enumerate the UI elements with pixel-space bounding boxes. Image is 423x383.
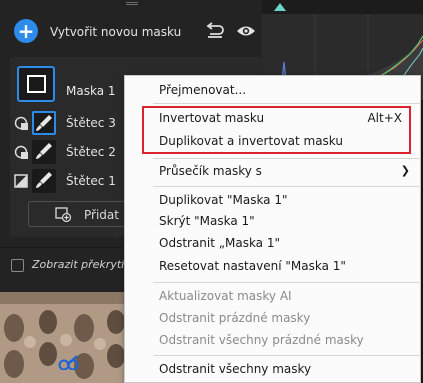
reset-icon[interactable]: [205, 22, 225, 40]
menu-separator: [153, 103, 421, 104]
menu-item-label: Duplikovat "Maska 1": [159, 193, 288, 207]
menu-item-label: Skrýt "Maska 1": [159, 214, 255, 228]
menu-separator: [153, 158, 421, 159]
menu-item-label: Odstranit všechny masky: [159, 362, 312, 376]
menu-item-label: Přejmenovat...: [159, 83, 247, 97]
add-icon: [55, 207, 71, 222]
show-overlay-label[interactable]: Zobrazit překrytí (a: [32, 258, 139, 271]
brush-eraser-cursor-icon: [58, 355, 79, 370]
create-mask-label[interactable]: Vytvořit novou masku: [50, 25, 181, 39]
mask-thumbnail-icon[interactable]: [17, 66, 55, 102]
create-mask-row: + Vytvořit novou masku: [0, 14, 262, 50]
menu-item-label: Odstranit prázdné masky: [159, 311, 311, 325]
panel-grip[interactable]: [126, 2, 138, 5]
menu-item-delete-all-empty-masks: Odstranit všechny prázdné masky: [125, 330, 422, 351]
subtract-mode-icon[interactable]: [14, 116, 28, 130]
component-name: Štětec 1: [66, 174, 116, 188]
menu-item-duplicate[interactable]: Duplikovat "Maska 1": [125, 190, 422, 211]
brush-icon: [36, 115, 52, 131]
menu-item-label: Aktualizovat masky AI: [159, 289, 292, 303]
menu-item-delete-all-masks[interactable]: Odstranit všechny masky: [125, 359, 422, 380]
shadow-clipping-icon[interactable]: [274, 3, 286, 11]
brush-icon: [36, 143, 52, 159]
menu-item-delete[interactable]: Odstranit „Maska 1": [125, 233, 422, 254]
brush-thumbnail[interactable]: [32, 111, 56, 135]
brush-thumbnail[interactable]: [32, 169, 56, 193]
highlight-annotation: [142, 106, 411, 154]
photo-canvas[interactable]: [0, 292, 130, 383]
menu-separator: [153, 355, 421, 356]
menu-item-reset[interactable]: Resetovat nastavení "Maska 1": [125, 256, 422, 277]
menu-item-rename[interactable]: Přejmenovat...: [125, 80, 422, 101]
menu-item-update-ai-masks: Aktualizovat masky AI: [125, 286, 422, 307]
menu-item-label: Průsečík masky s: [159, 164, 262, 178]
menu-separator: [153, 186, 421, 187]
add-mode-icon[interactable]: [14, 174, 28, 188]
submenu-arrow-icon: ❯: [400, 164, 410, 177]
menu-item-label: Resetovat nastavení "Maska 1": [159, 259, 346, 273]
add-component-label: Přidat: [84, 208, 119, 222]
mask-name: Maska 1: [66, 84, 116, 98]
add-component-button[interactable]: Přidat: [28, 201, 136, 227]
menu-item-label: Odstranit „Maska 1": [159, 236, 281, 250]
menu-item-hide[interactable]: Skrýt "Maska 1": [125, 211, 422, 232]
brush-thumbnail[interactable]: [32, 140, 56, 164]
component-name: Štětec 3: [66, 116, 116, 130]
show-overlay-checkbox[interactable]: [11, 259, 24, 272]
component-name: Štětec 2: [66, 145, 116, 159]
menu-item-intersect-mask[interactable]: Průsečík masky s ❯: [125, 161, 422, 182]
subtract-mode-icon[interactable]: [14, 145, 28, 159]
context-menu: Přejmenovat... Invertovat masku Alt+X Du…: [124, 75, 421, 383]
menu-item-delete-empty-masks: Odstranit prázdné masky: [125, 308, 422, 329]
brush-icon: [36, 172, 52, 188]
create-mask-button[interactable]: +: [14, 19, 38, 43]
eye-icon[interactable]: [236, 23, 256, 39]
menu-separator: [153, 282, 421, 283]
histogram-header: [262, 0, 423, 14]
menu-item-label: Odstranit všechny prázdné masky: [159, 333, 364, 347]
